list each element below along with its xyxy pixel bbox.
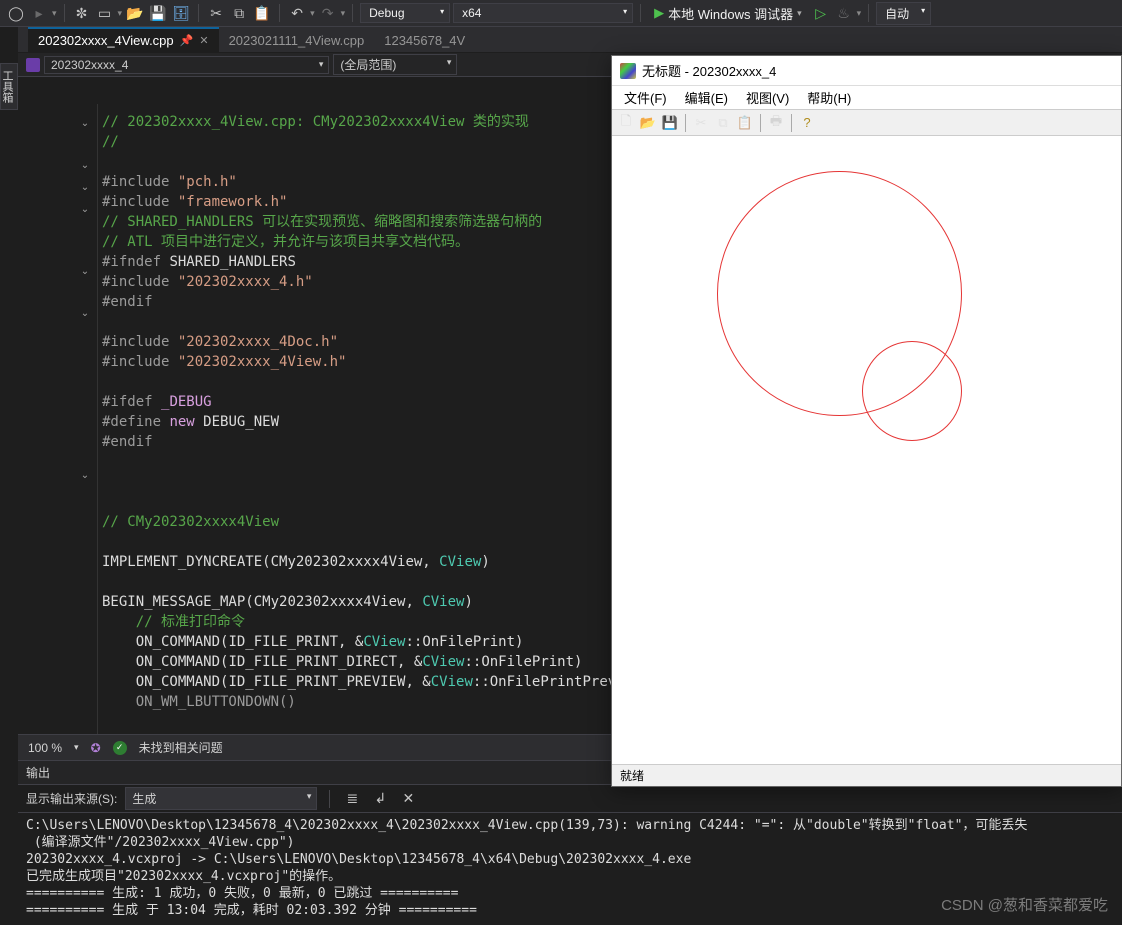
menu-file[interactable]: 文件(F) — [616, 86, 675, 109]
save-icon[interactable]: 💾 — [148, 3, 168, 23]
new-item-icon[interactable]: ▭ — [95, 3, 115, 23]
open-icon[interactable]: 📂 — [125, 3, 145, 23]
editor-gutter: ⌄ ⌄ ⌄ ⌄ ⌄ ⌄ ⌄ — [18, 104, 98, 734]
back-icon[interactable]: ◯ — [6, 3, 26, 23]
clear-all-icon[interactable]: ✕ — [398, 789, 418, 809]
output-text[interactable]: C:\Users\LENOVO\Desktop\12345678_4\20230… — [18, 813, 1122, 923]
separator — [640, 4, 641, 22]
side-tab-toolbox[interactable]: 工具箱 — [0, 63, 18, 110]
copy-icon[interactable]: ⧉ — [713, 113, 733, 133]
app-icon — [620, 63, 636, 79]
tab-label: 12345678_4V — [384, 33, 465, 48]
redo-icon[interactable]: ↷ — [318, 3, 338, 23]
tab-item[interactable]: 12345678_4V — [374, 28, 475, 52]
menu-view[interactable]: 视图(V) — [738, 86, 797, 109]
help-icon[interactable]: ? — [797, 113, 817, 133]
tab-active[interactable]: 202302xxxx_4View.cpp 📌 ✕ — [28, 27, 219, 52]
run-label: 本地 Windows 调试器 — [668, 4, 793, 23]
source-label: 显示输出来源(S): — [26, 790, 117, 807]
config-dropdown[interactable]: Debug — [360, 3, 450, 23]
start-debug-button[interactable]: ▶ 本地 Windows 调试器 ▾ — [648, 4, 808, 23]
breadcrumb-scope[interactable]: (全局范围) — [333, 54, 457, 75]
mfc-app-window[interactable]: 无标题 - 202302xxxx_4 文件(F) 编辑(E) 视图(V) 帮助(… — [611, 55, 1122, 787]
project-icon — [26, 58, 40, 72]
menu-help[interactable]: 帮助(H) — [799, 86, 859, 109]
intellisense-icon[interactable]: ✪ — [91, 741, 101, 755]
no-issues-label: 未找到相关问题 — [139, 739, 223, 756]
cut-icon[interactable]: ✂ — [206, 3, 226, 23]
separator — [279, 4, 280, 22]
document-tabs: 202302xxxx_4View.cpp 📌 ✕ 2023021111_4Vie… — [18, 27, 1122, 53]
app-canvas[interactable] — [612, 136, 1121, 764]
vs-secondary-toolbar: ◯ ▸ ▾ ✼ ▭ ▾ 📂 💾 🗄 ✂ ⧉ 📋 ↶ ▾ ↷ ▾ Debug x6… — [0, 0, 1122, 27]
app-statusbar: 就绪 — [612, 764, 1121, 786]
open-file-icon[interactable]: 📂 — [638, 113, 658, 133]
cut-icon[interactable]: ✂ — [691, 113, 711, 133]
tab-label: 202302xxxx_4View.cpp — [38, 33, 174, 48]
pin-icon[interactable]: 📌 — [180, 34, 194, 47]
check-icon: ✓ — [113, 741, 127, 755]
platform-dropdown[interactable]: x64 — [453, 3, 633, 23]
breadcrumb-project[interactable]: 202302xxxx_4 — [44, 56, 329, 74]
new-project-icon[interactable]: ✼ — [72, 3, 92, 23]
output-source-dropdown[interactable]: 生成 — [125, 787, 317, 810]
separator — [198, 4, 199, 22]
clear-icon[interactable]: ≣ — [342, 789, 362, 809]
close-icon[interactable]: ✕ — [199, 34, 208, 47]
forward-icon[interactable]: ▸ — [29, 3, 49, 23]
auto-dropdown[interactable]: 自动 — [876, 2, 931, 25]
app-toolbar: 🗋 📂 💾 ✂ ⧉ 📋 🖶 ? — [612, 110, 1121, 136]
paste-icon[interactable]: 📋 — [735, 113, 755, 133]
print-icon[interactable]: 🖶 — [766, 113, 786, 133]
separator — [64, 4, 65, 22]
hot-reload-icon[interactable]: ♨ — [834, 3, 854, 23]
small-circle — [862, 341, 962, 441]
separator — [352, 4, 353, 22]
copy-icon[interactable]: ⧉ — [229, 3, 249, 23]
app-title: 无标题 - 202302xxxx_4 — [642, 61, 776, 80]
play-icon: ▶ — [654, 5, 664, 21]
save-all-icon[interactable]: 🗄 — [171, 3, 191, 23]
start-no-debug-icon[interactable]: ▷ — [811, 3, 831, 23]
tab-item[interactable]: 2023021111_4View.cpp — [219, 28, 375, 52]
paste-icon[interactable]: 📋 — [252, 3, 272, 23]
menu-edit[interactable]: 编辑(E) — [677, 86, 736, 109]
wordwrap-icon[interactable]: ↲ — [370, 789, 390, 809]
status-text: 就绪 — [620, 769, 644, 783]
app-menubar: 文件(F) 编辑(E) 视图(V) 帮助(H) — [612, 86, 1121, 110]
zoom-level[interactable]: 100 % — [28, 741, 62, 755]
app-titlebar[interactable]: 无标题 - 202302xxxx_4 — [612, 56, 1121, 86]
tab-label: 2023021111_4View.cpp — [229, 33, 365, 48]
new-file-icon[interactable]: 🗋 — [616, 113, 636, 133]
output-controls: 显示输出来源(S): 生成 ≣ ↲ ✕ — [18, 785, 1122, 813]
separator — [868, 4, 869, 22]
undo-icon[interactable]: ↶ — [287, 3, 307, 23]
save-file-icon[interactable]: 💾 — [660, 113, 680, 133]
